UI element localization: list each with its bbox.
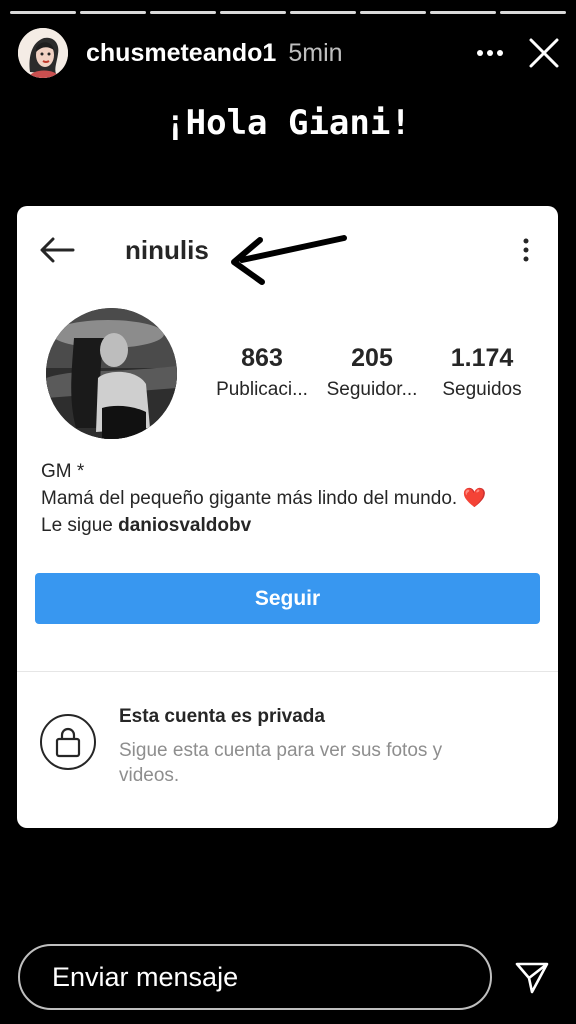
private-account-title: Esta cuenta es privada	[119, 706, 325, 727]
stat-label: Seguidor...	[326, 379, 418, 400]
bio-text-line: Mamá del pequeño gigante más lindo del m…	[41, 485, 542, 512]
stat-followers: 205 Seguidor...	[317, 344, 427, 401]
story-header: chusmeteando1 5min	[18, 27, 562, 79]
story-avatar[interactable]	[18, 28, 68, 78]
story-username[interactable]: chusmeteando1	[86, 39, 276, 68]
progress-segment	[500, 11, 566, 14]
more-options-icon[interactable]	[474, 37, 506, 69]
stat-label: Seguidos	[442, 379, 522, 400]
lock-icon	[40, 714, 96, 770]
bio-name: GM *	[41, 461, 85, 482]
profile-username: ninulis	[125, 234, 209, 265]
progress-segment	[150, 11, 216, 14]
stat-value: 205	[351, 344, 393, 372]
drawn-arrow-icon	[228, 232, 350, 288]
story-greeting-text: ¡Hola Giani!	[165, 103, 411, 143]
heart-emoji-icon: ❤️	[462, 488, 487, 509]
divider	[17, 671, 558, 672]
private-account-subtitle: Sigue esta cuenta para ver sus fotos y v…	[119, 740, 443, 786]
bio-text: Mamá del pequeño gigante más lindo del m…	[41, 488, 458, 509]
follow-button: Seguir	[35, 573, 540, 624]
progress-segment	[220, 11, 286, 14]
stat-following: 1.174 Seguidos	[427, 344, 537, 401]
profile-stats: 863 Publicaci... 205 Seguidor... 1.174 S…	[207, 344, 537, 401]
stat-posts: 863 Publicaci...	[207, 344, 317, 401]
close-icon[interactable]	[526, 35, 562, 71]
progress-segment	[430, 11, 496, 14]
followed-by-prefix: Le sigue	[41, 515, 119, 536]
progress-segment	[360, 11, 426, 14]
back-arrow-icon	[39, 230, 79, 270]
story-timestamp: 5min	[288, 38, 343, 67]
profile-photo	[46, 308, 177, 439]
progress-segment	[10, 11, 76, 14]
story-progress-bar	[10, 11, 566, 14]
followed-by-line: Le sigue daniosvaldobv	[41, 512, 542, 539]
profile-screenshot-card: ninulis 863 Publicaci... 205 Seguidor...	[17, 206, 558, 828]
stat-value: 1.174	[450, 344, 514, 372]
stat-value: 863	[241, 344, 283, 372]
followed-by-user: daniosvaldobv	[118, 515, 252, 536]
send-icon[interactable]	[512, 958, 552, 998]
stat-label: Publicaci...	[216, 379, 308, 400]
kebab-menu-icon	[516, 230, 536, 270]
progress-segment	[80, 11, 146, 14]
profile-bio: GM * Mamá del pequeño gigante más lindo …	[41, 458, 542, 539]
progress-segment	[290, 11, 356, 14]
send-message-input[interactable]: Enviar mensaje	[18, 944, 492, 1010]
